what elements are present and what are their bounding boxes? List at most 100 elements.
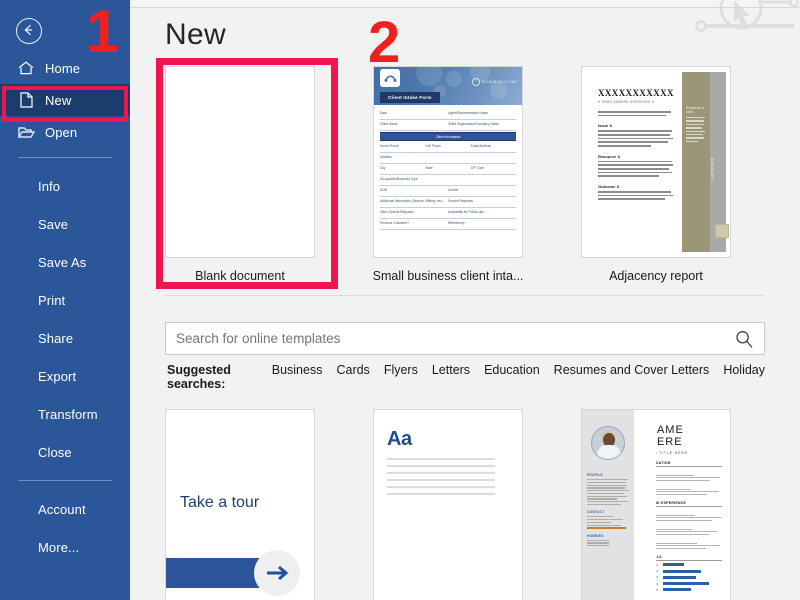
form-section-bar: Client information — [380, 132, 516, 141]
template-thumbnail-blank[interactable] — [165, 66, 315, 258]
suggestion-cards[interactable]: Cards — [336, 363, 369, 377]
skill-row: SKILL 2 — [648, 569, 722, 573]
sidebar-item-label: More... — [38, 539, 80, 555]
sidebar-item-label: Account — [38, 501, 86, 517]
sidebar-item-label: Share — [38, 330, 74, 346]
word-backstage-new-screen: Home New Open Info Save Save As Print Sh… — [0, 0, 800, 600]
sidebar-item-save[interactable]: Save — [0, 205, 130, 243]
suggestion-education[interactable]: Education — [484, 363, 540, 377]
template-card-client-intake[interactable]: SIX BARLEY FLOUR Client Intake Form Date… — [373, 66, 523, 283]
adjacency-side-panel: Resources & notes — [681, 72, 710, 252]
folder-open-icon — [16, 123, 36, 141]
sidebar-item-label: Export — [38, 368, 77, 384]
sidebar-item-more[interactable]: More... — [0, 528, 130, 566]
adjacency-title: XXXXXXXXXXX — [598, 88, 674, 98]
suggestion-flyers[interactable]: Flyers — [384, 363, 418, 377]
resume-sidebar: PROFILE CONTACT HOBBIES — [582, 410, 656, 600]
sidebar-item-label: New — [45, 92, 72, 108]
template-card-take-a-tour[interactable]: Take a tour — [165, 409, 315, 600]
sidebar-item-label: Save — [38, 216, 69, 232]
template-card-blank-document[interactable]: Blank document — [165, 66, 315, 283]
sidebar-item-label: Transform — [38, 406, 98, 422]
sidebar-item-info[interactable]: Info — [0, 167, 130, 205]
resume-name-line-1: NAME — [648, 424, 684, 436]
form-row: Address — [380, 153, 516, 164]
template-thumbnail-client-intake[interactable]: SIX BARLEY FLOUR Client Intake Form Date… — [373, 66, 523, 258]
adjacency-side-heading: Resources & notes — [685, 106, 705, 114]
intake-header-banner: SIX BARLEY FLOUR Client Intake Form — [374, 67, 522, 105]
template-card-adjacency-report[interactable]: XXXXXXXXXXX X XXXX XXXXXX XXXXXXXX X Iss… — [581, 66, 731, 283]
resume-job-title: JOB TITLE HERE — [648, 451, 688, 455]
template-card-resume[interactable]: PROFILE CONTACT HOBBIES NAME HERE JOB TI… — [581, 409, 731, 600]
aa-lines — [387, 458, 495, 500]
skill-row: SKILL 5 — [648, 588, 722, 592]
adjacency-side-panel-2: SUMMARY — [709, 72, 729, 252]
sidebar-item-save-as[interactable]: Save As — [0, 243, 130, 281]
template-label: Small business client inta... — [372, 269, 524, 283]
tour-arrow-button[interactable] — [254, 550, 300, 596]
sidebar-divider-top — [18, 157, 112, 158]
resume-section-skills: SKILLS — [648, 555, 722, 561]
section-divider — [165, 295, 765, 296]
template-label: Adjacency report — [609, 269, 703, 283]
sidebar-item-label: Open — [45, 124, 78, 140]
resume-section-contact: CONTACT — [587, 510, 605, 515]
adjacency-heading: Outcome X — [598, 183, 620, 189]
page-title: New — [165, 18, 226, 51]
featured-template-row: Blank document SIX BARLEY FLOUR Client I… — [165, 66, 800, 283]
form-row: Occupation/Business Type — [380, 175, 516, 186]
sidebar-divider-bottom — [18, 480, 112, 481]
suggestion-resumes-cover-letters[interactable]: Resumes and Cover Letters — [554, 363, 710, 377]
back-button[interactable] — [16, 18, 42, 44]
resume-page: PROFILE CONTACT HOBBIES NAME HERE JOB TI… — [582, 410, 730, 600]
form-row: Date Agent/Representative Name — [380, 109, 516, 120]
resume-section-education: EDUCATION — [648, 461, 722, 467]
sidebar-item-label: Close — [38, 444, 72, 460]
search-box[interactable] — [165, 322, 765, 355]
sidebar-item-label: Print — [38, 292, 66, 308]
resume-section-hobbies: HOBBIES — [587, 533, 604, 538]
template-thumbnail-adjacency[interactable]: XXXXXXXXXXX X XXXX XXXXXX XXXXXXXX X Iss… — [581, 66, 731, 258]
skill-row: SKILL 4 — [648, 582, 722, 586]
new-document-icon — [16, 91, 36, 109]
resume-section-work-experience: WORK EXPERIENCE — [648, 501, 722, 507]
sidebar-item-account[interactable]: Account — [0, 490, 130, 528]
sidebar-item-open[interactable]: Open — [0, 116, 130, 148]
suggested-searches: Suggested searches: Business Cards Flyer… — [167, 363, 765, 391]
avatar — [591, 426, 625, 460]
form-row: Previous Customer? Referred by — [380, 219, 516, 230]
brand-ring-icon — [471, 78, 480, 86]
home-icon — [16, 59, 36, 77]
search-icon[interactable] — [734, 329, 754, 349]
form-row: DOB Gender — [380, 186, 516, 197]
intake-logo-icon — [380, 69, 400, 87]
title-bar-strip-left — [0, 0, 130, 8]
sidebar-item-share[interactable]: Share — [0, 319, 130, 357]
template-label: Blank document — [195, 269, 285, 283]
sidebar-item-home[interactable]: Home — [0, 52, 130, 84]
search-input[interactable] — [176, 331, 734, 346]
form-row: City State ZIP Code — [380, 164, 516, 175]
adjacency-page: XXXXXXXXXXX X XXXX XXXXXX XXXXXXXX X Iss… — [582, 67, 730, 257]
sidebar-item-transform[interactable]: Transform — [0, 395, 130, 433]
adjacency-heading: Issue X — [598, 123, 613, 129]
form-row: Other Special Requests Availability for F… — [380, 208, 516, 219]
sidebar-item-export[interactable]: Export — [0, 357, 130, 395]
intake-form-body: Date Agent/Representative Name Client Nam… — [374, 105, 522, 230]
sidebar-item-close[interactable]: Close — [0, 433, 130, 471]
arrow-right-icon — [267, 565, 289, 581]
sidebar-item-label: Home — [45, 60, 81, 76]
template-card-single-spaced[interactable]: Aa — [373, 409, 523, 600]
form-row: Home Phone Cell Phone Email Address — [380, 142, 516, 153]
sidebar-item-new[interactable]: New — [0, 84, 130, 116]
suggestion-business[interactable]: Business — [272, 363, 323, 377]
skill-row: SKILL 3 — [648, 575, 722, 579]
backstage-sidebar: Home New Open Info Save Save As Print Sh… — [0, 0, 130, 600]
sidebar-item-print[interactable]: Print — [0, 281, 130, 319]
resume-name-line-2: HERE — [648, 436, 683, 448]
suggested-searches-label: Suggested searches: — [167, 363, 231, 391]
suggestion-letters[interactable]: Letters — [432, 363, 470, 377]
suggestion-holiday[interactable]: Holiday — [723, 363, 765, 377]
resume-section-profile: PROFILE — [587, 473, 603, 477]
adjacency-subtitle: X XXXX XXXXXX XXXXXXXX X — [598, 100, 655, 104]
